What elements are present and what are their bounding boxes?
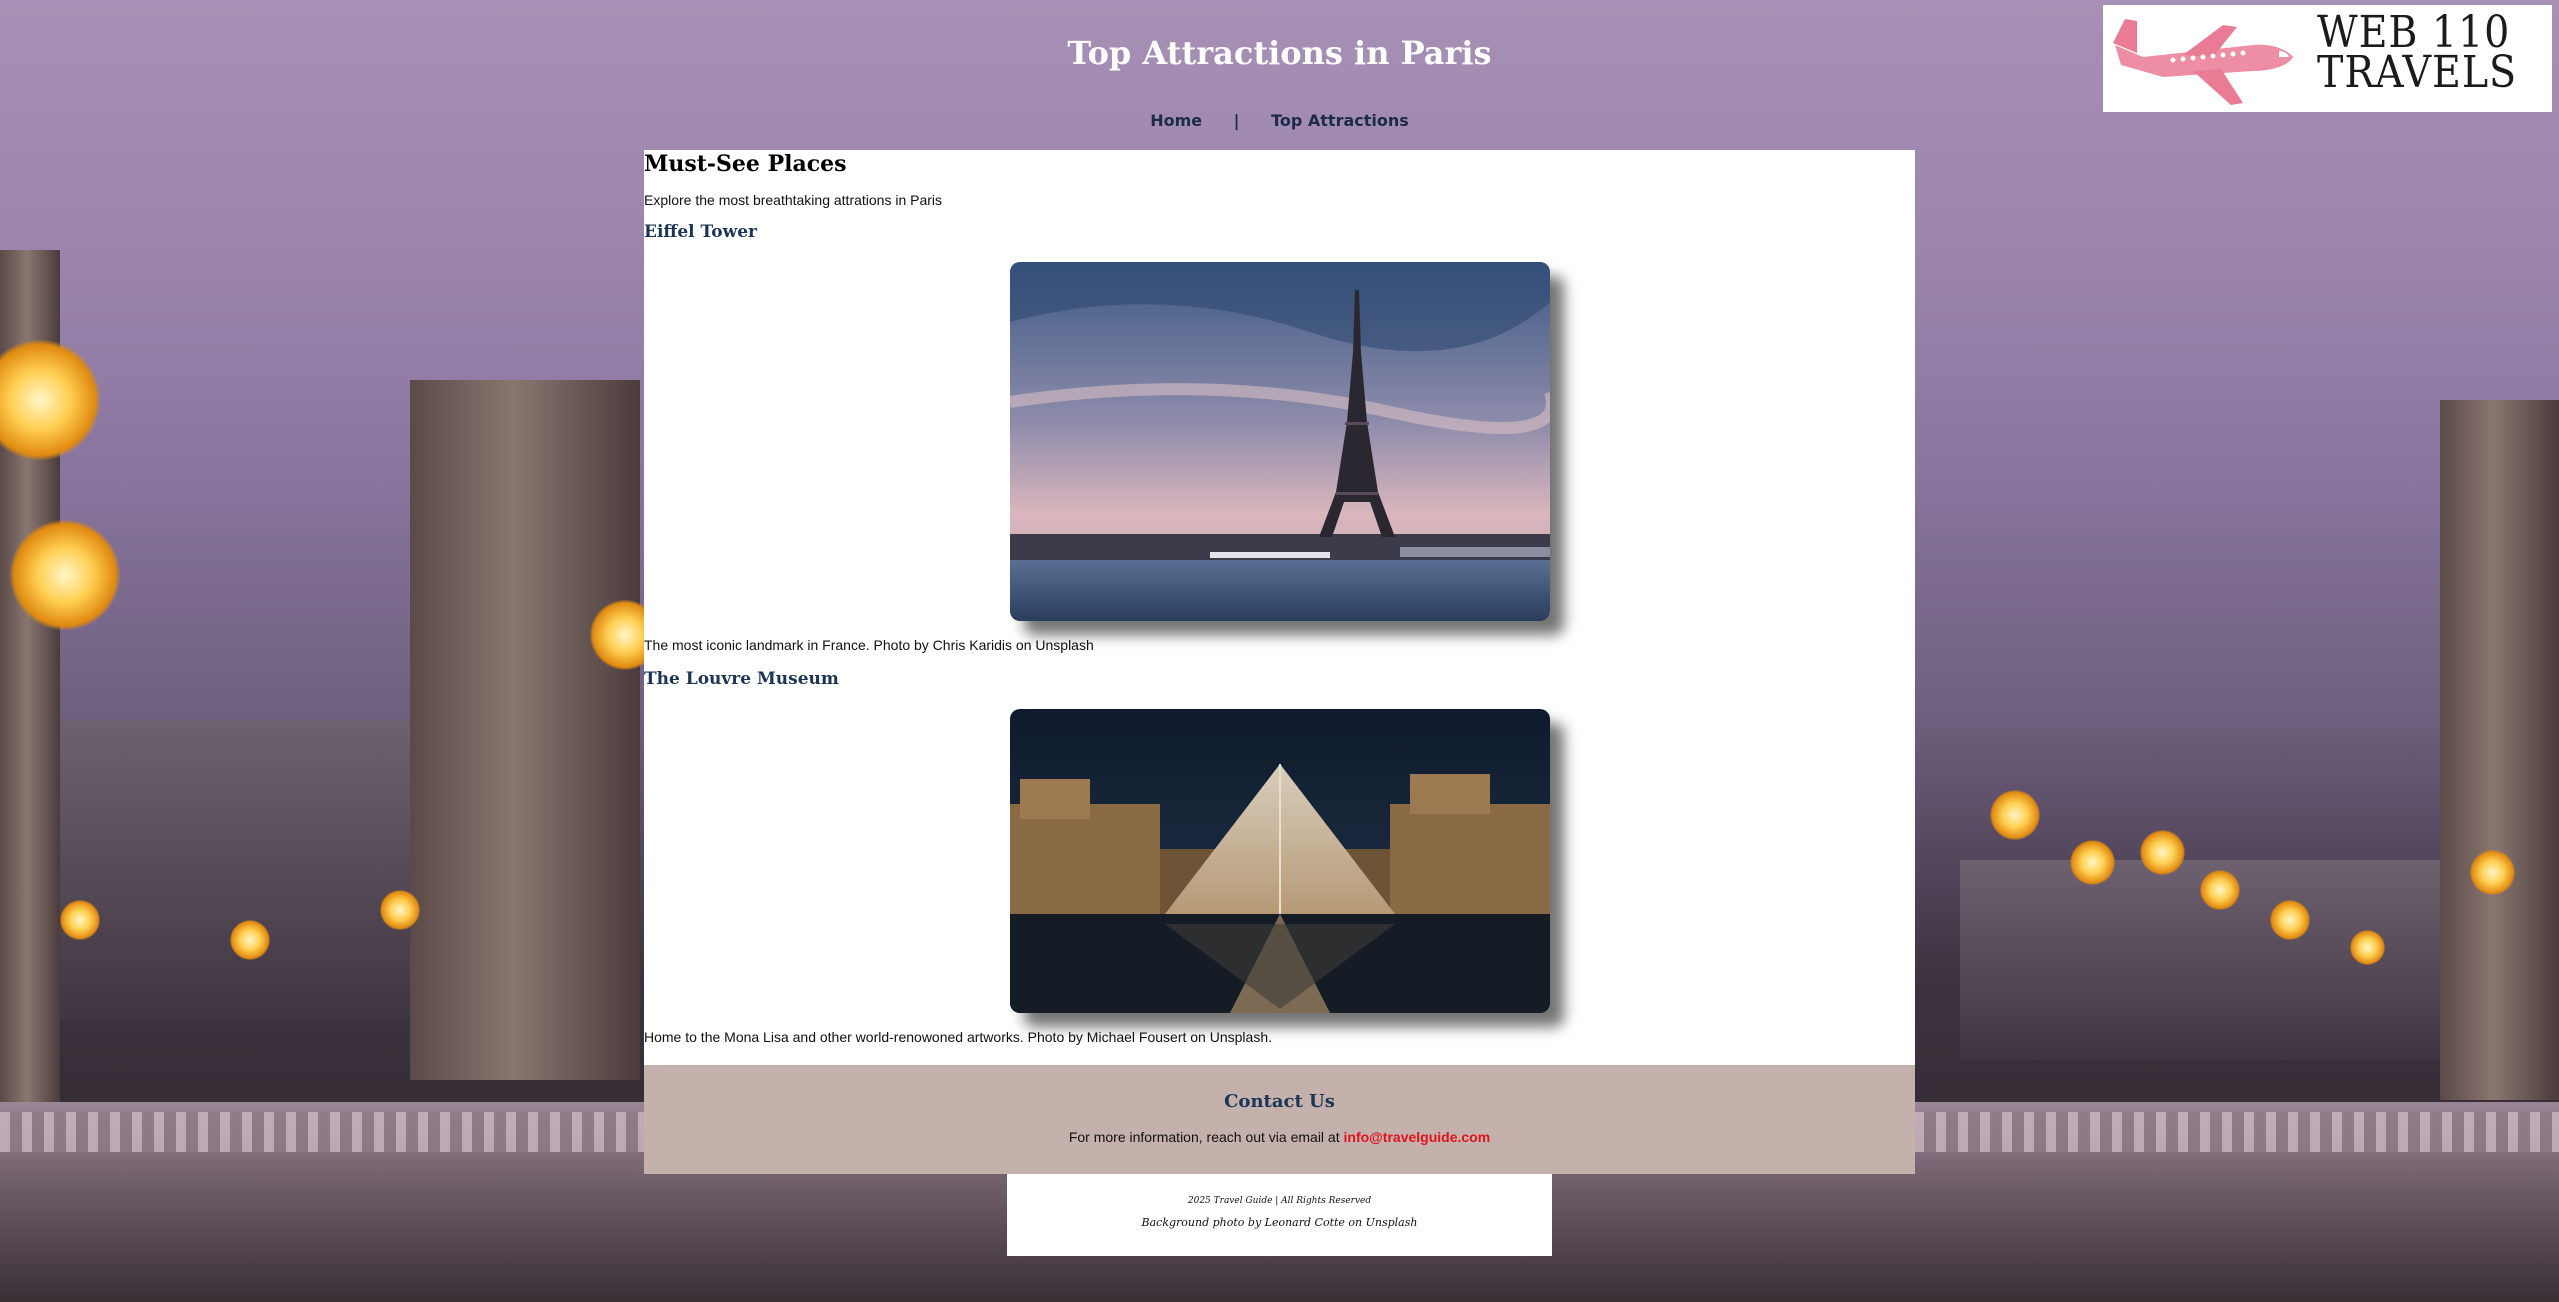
contact-section: Contact Us For more information, reach o… xyxy=(644,1065,1915,1174)
footer: 2025 Travel Guide | All Rights Reserved … xyxy=(1007,1174,1552,1256)
logo-text: WEB 110 TRAVELS xyxy=(2317,7,2518,98)
attraction-title-louvre: The Louvre Museum xyxy=(644,669,839,689)
contact-email-link[interactable]: info@travelguide.com xyxy=(1344,1129,1491,1145)
photo-credit-text: Background photo by Leonard Cotte on Uns… xyxy=(1141,1216,1418,1229)
nav-separator: | xyxy=(1233,111,1240,130)
contact-text: For more information, reach out via emai… xyxy=(1068,1129,1491,1145)
louvre-caption: Home to the Mona Lisa and other world-re… xyxy=(644,1029,1272,1045)
site-logo[interactable]: WEB 110 TRAVELS xyxy=(2103,5,2552,112)
eiffel-caption: The most iconic landmark in France. Phot… xyxy=(644,637,1094,653)
attraction-title-eiffel: Eiffel Tower xyxy=(644,222,758,242)
main-content: Must-See Places Explore the most breatht… xyxy=(644,150,1915,1065)
eiffel-tower-photo xyxy=(1010,262,1550,621)
section-heading: Must-See Places xyxy=(644,151,847,177)
nav-link-home[interactable]: Home xyxy=(1150,111,1202,130)
louvre-museum-photo xyxy=(1010,709,1550,1013)
copyright-text: 2025 Travel Guide | All Rights Reserved xyxy=(1187,1196,1372,1206)
contact-heading: Contact Us xyxy=(1224,1091,1335,1112)
airplane-icon xyxy=(2113,19,2293,105)
nav-link-top-attractions[interactable]: Top Attractions xyxy=(1271,111,1409,130)
main-nav: Home | Top Attractions xyxy=(0,111,2559,130)
intro-text: Explore the most breathtaking attrations… xyxy=(644,192,943,208)
